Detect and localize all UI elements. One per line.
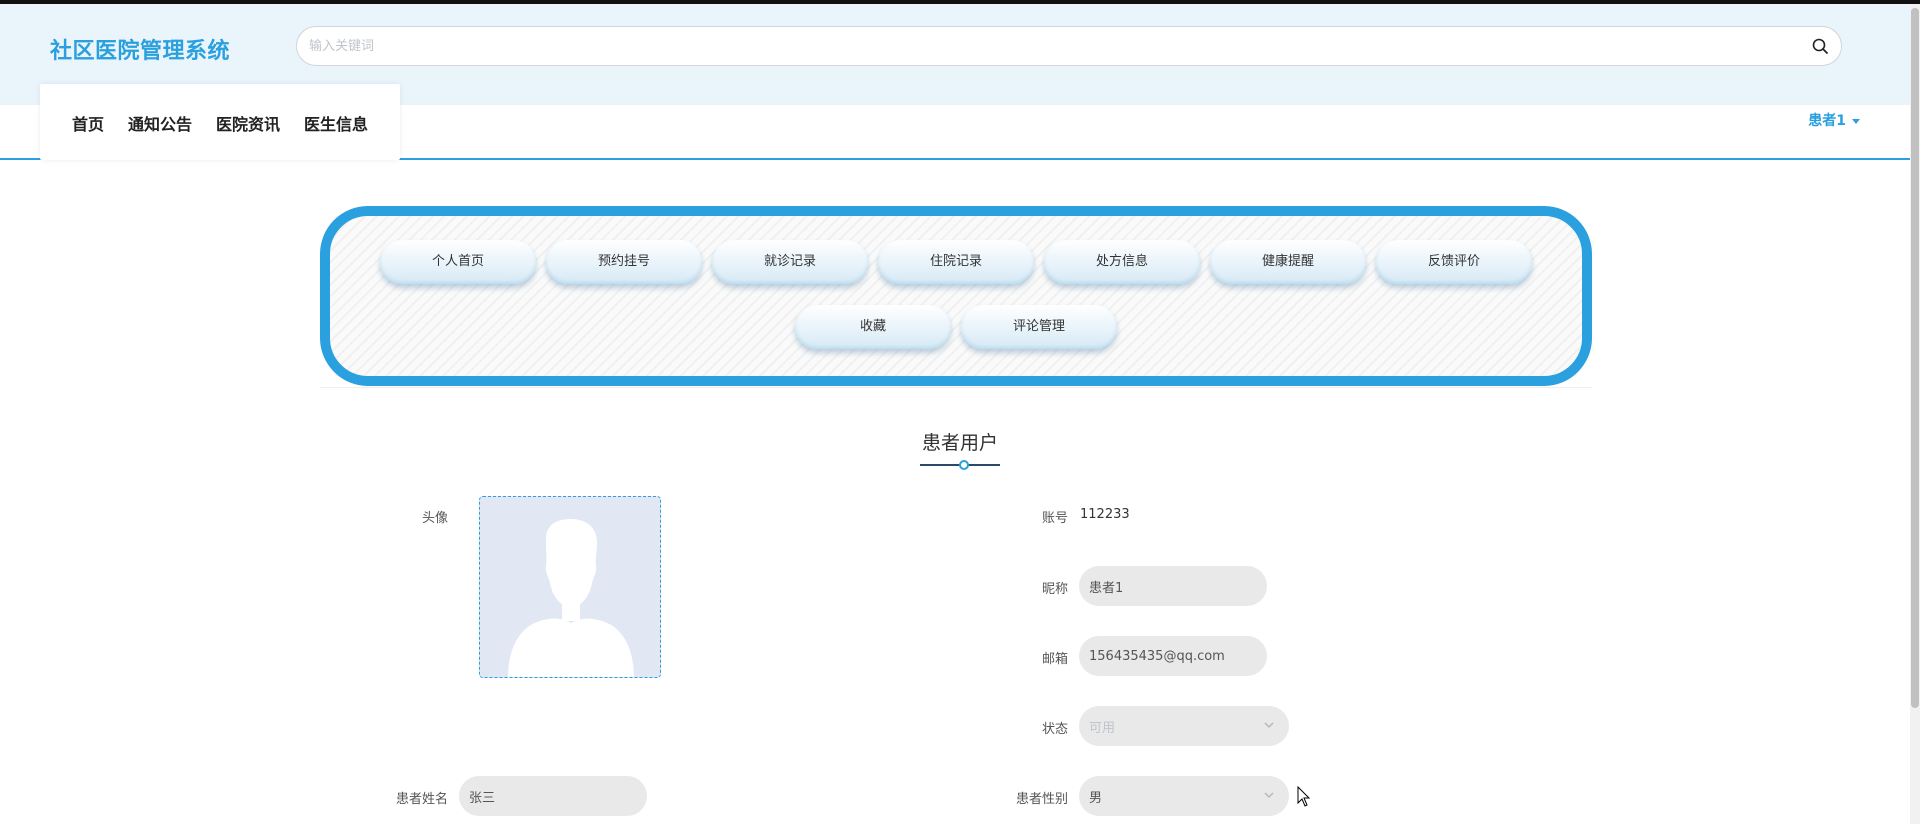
menu-prescription-button[interactable]: 处方信息 [1044, 240, 1200, 284]
mouse-cursor-icon [1297, 786, 1311, 807]
main-nav: 首页 通知公告 医院资讯 医生信息 [40, 84, 400, 160]
menu-personal-home-button[interactable]: 个人首页 [380, 240, 536, 284]
email-field[interactable] [1079, 636, 1267, 676]
nav-item-home[interactable]: 首页 [72, 111, 104, 135]
nickname-input[interactable] [1089, 576, 1239, 596]
nickname-field[interactable] [1079, 566, 1267, 606]
patient-name-field[interactable] [459, 776, 647, 816]
scrollbar-thumb[interactable] [1911, 8, 1919, 708]
status-value: 可用 [1089, 721, 1116, 736]
avatar-placeholder-icon [480, 497, 660, 677]
patient-name-label: 患者姓名 [395, 792, 448, 807]
avatar-upload[interactable] [479, 496, 661, 678]
search-input[interactable] [309, 35, 1789, 57]
menu-feedback-button[interactable]: 反馈评价 [1376, 240, 1532, 284]
account-label: 账号 [1041, 511, 1068, 526]
caret-down-icon [1852, 118, 1860, 124]
status-label: 状态 [1041, 722, 1068, 737]
account-value: 112233 [1080, 507, 1130, 522]
nickname-label: 昵称 [1041, 582, 1068, 597]
nav-item-hospital-news[interactable]: 医院资讯 [216, 111, 280, 135]
user-dropdown[interactable]: 患者1 [1808, 110, 1860, 130]
email-label: 邮箱 [1041, 652, 1068, 667]
center-menu-panel [320, 206, 1592, 386]
menu-visit-records-button[interactable]: 就诊记录 [712, 240, 868, 284]
divider [320, 387, 1592, 388]
menu-health-reminder-button[interactable]: 健康提醒 [1210, 240, 1366, 284]
menu-hospitalization-records-button[interactable]: 住院记录 [878, 240, 1034, 284]
menu-appointment-button[interactable]: 预约挂号 [546, 240, 702, 284]
title-dot [959, 460, 969, 470]
menu-favorites-button[interactable]: 收藏 [795, 305, 951, 349]
patient-name-input[interactable] [469, 786, 619, 806]
page-scrollbar[interactable] [1910, 4, 1920, 824]
gender-label: 患者性别 [1015, 792, 1068, 807]
menu-comment-management-button[interactable]: 评论管理 [961, 305, 1117, 349]
status-select[interactable]: 可用 [1079, 706, 1289, 746]
nav-item-doctor-info[interactable]: 医生信息 [304, 111, 368, 135]
site-title: 社区医院管理系统 [50, 39, 231, 64]
email-input[interactable] [1089, 646, 1239, 666]
search-bar[interactable] [296, 26, 1842, 66]
user-name: 患者1 [1808, 113, 1846, 129]
nav-item-announcements[interactable]: 通知公告 [128, 111, 192, 135]
chevron-down-icon [1264, 722, 1274, 728]
page-title: 患者用户 [921, 432, 998, 454]
search-icon[interactable] [1811, 37, 1829, 55]
gender-select[interactable]: 男 [1079, 776, 1289, 816]
gender-value: 男 [1089, 791, 1103, 806]
chevron-down-icon [1264, 792, 1274, 798]
avatar-label: 头像 [421, 511, 448, 526]
